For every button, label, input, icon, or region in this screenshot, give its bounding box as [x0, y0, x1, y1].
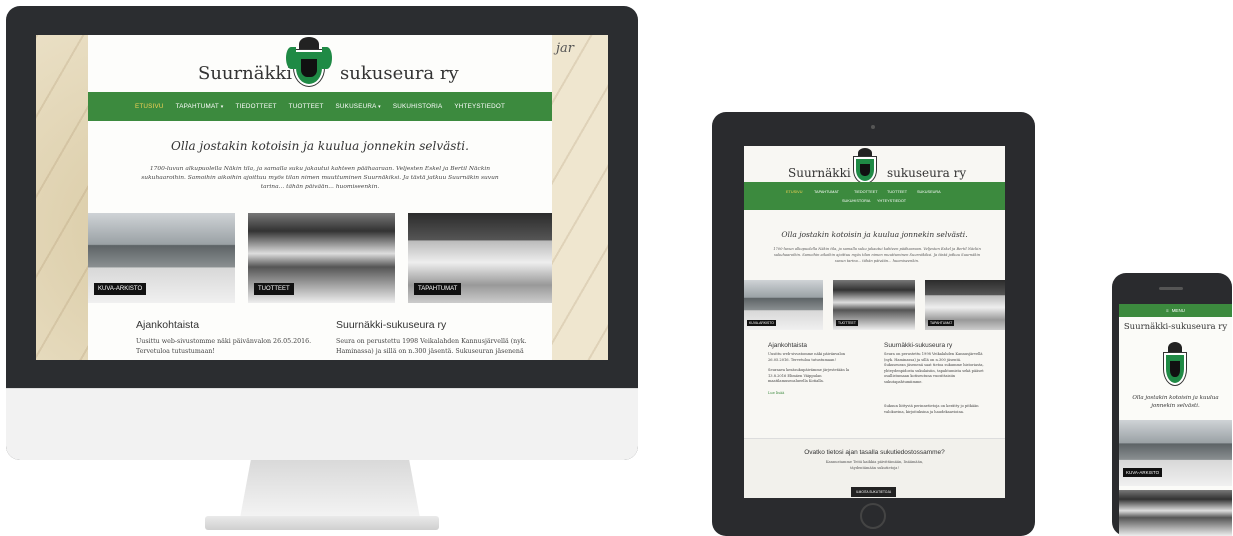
news-text-2: Seuraava kesäsukupäivämme järjestetään l… — [768, 368, 850, 383]
nav-item-sukuhistoria[interactable]: SUKUHISTORIA — [842, 199, 870, 203]
tile-tuotteet[interactable]: TUOTTEET — [248, 213, 395, 303]
cta-text: Kannustamme Teitä kaikkia päivittämään, … — [825, 460, 924, 470]
tagline: Olla jostakin kotoisin ja kuulua jonneki… — [171, 139, 469, 153]
about-title: Suurnäkki-sukuseura ry — [336, 319, 447, 331]
nav-item-tiedotteet[interactable]: TIEDOTTEET — [235, 103, 276, 110]
phone-screen: ≡ MENU Suurnäkki-sukuseura ry Olla josta… — [1119, 304, 1232, 536]
tile-label: TAPAHTUMAT — [414, 283, 462, 295]
cta-question: Ovatko tietosi ajan tasalla sukutiedosto… — [804, 449, 945, 456]
main-nav: ETUSIVU TAPAHTUMAT TIEDOTTEET TUOTTEET S… — [744, 182, 1005, 210]
nav-item-tapahtumat[interactable]: TAPAHTUMAT ▾ — [176, 103, 224, 110]
nav-item-sukuseura[interactable]: SUKUSEURA — [917, 190, 941, 194]
site-title-left[interactable]: Suurnäkki — [198, 63, 292, 84]
nav-item-etusivu[interactable]: ETUSIVU — [786, 190, 802, 194]
read-more-link[interactable]: Lue lisää — [768, 391, 784, 395]
hamburger-icon[interactable]: ≡ — [1166, 308, 1169, 313]
tablet-screen: Suurnäkki sukuseura ry ETUSIVU TAPAHTUMA… — [744, 146, 1005, 498]
tile-kuva-arkisto[interactable]: KUVA-ARKISTO — [1119, 420, 1232, 486]
nav-item-tapahtumat[interactable]: TAPAHTUMAT — [814, 190, 839, 194]
site-title-left[interactable]: Suurnäkki — [788, 166, 851, 180]
site-title-right[interactable]: sukuseura ry — [340, 63, 459, 84]
tile-label: TUOTTEET — [254, 283, 294, 295]
coat-of-arms-icon — [286, 37, 332, 87]
cta-button[interactable]: ILMOITA SUKUTIETOJA — [851, 487, 897, 497]
about-text-2: Sukuun liittyviä perinnetietoja on kerät… — [884, 404, 979, 414]
monitor-stand — [240, 460, 420, 518]
news-title: Ajankohtaista — [136, 319, 200, 331]
tile-tapahtumat[interactable]: TAPAHTUMAT — [925, 280, 1005, 330]
nav-item-etusivu[interactable]: ETUSIVU — [135, 103, 164, 110]
speaker-grille — [1159, 287, 1183, 290]
mobile-menu-bar[interactable]: ≡ MENU — [1119, 304, 1232, 317]
main-nav: ETUSIVU TAPAHTUMAT ▾ TIEDOTTEET TUOTTEET… — [88, 92, 552, 121]
tile-kuva-arkisto[interactable]: KUVA-ARKISTO — [88, 213, 235, 303]
caret-down-icon: ▾ — [220, 104, 224, 110]
tile-kuva-arkisto[interactable]: KUVA-ARKISTO — [744, 280, 823, 330]
home-button[interactable] — [860, 503, 886, 529]
intro-text: 1700-luvun alkupuolella Näkin tila, ja s… — [141, 166, 499, 190]
news-text: Uusittu web-sivustomme näki päivänvalon … — [768, 352, 846, 362]
desktop-page: Suurnäkki sukuseura ry ETUSIVU TAPAHTUMA… — [88, 35, 552, 360]
tile-label: KUVA-ARKISTO — [1123, 468, 1163, 477]
cta-section: Ovatko tietosi ajan tasalla sukutiedosto… — [744, 438, 1005, 498]
nav-item-yhteystiedot[interactable]: YHTEYSTIEDOT — [454, 103, 505, 110]
nav-item-yhteystiedot[interactable]: YHTEYSTIEDOT — [877, 199, 906, 203]
site-title-right[interactable]: sukuseura ry — [887, 166, 966, 180]
nav-item-tuotteet[interactable]: TUOTTEET — [289, 103, 324, 110]
tile-label: KUVA-ARKISTO — [747, 320, 776, 326]
tagline: Olla jostakin kotoisin ja kuulua jonneki… — [781, 230, 968, 239]
nav-item-tiedotteet[interactable]: TIEDOTTEET — [854, 190, 878, 194]
nav-item-sukuhistoria[interactable]: SUKUHISTORIA — [393, 103, 443, 110]
caret-down-icon: ▾ — [378, 104, 381, 110]
about-text: Seura on perustettu 1998 Veikalahden Kan… — [884, 352, 984, 384]
about-text: Seura on perustettu 1998 Veikalahden Kan… — [336, 338, 527, 355]
tile-tapahtumat[interactable]: TAPAHTUMAT — [408, 213, 552, 303]
desktop-screen: jar Suurnäkki sukuseura ry ETUSIVU TAPAH… — [36, 35, 608, 360]
site-title[interactable]: Suurnäkki-sukuseura ry — [1119, 322, 1232, 332]
nav-item-sukuseura[interactable]: SUKUSEURA ▾ — [336, 103, 381, 110]
tagline: Olla jostakin kotoisin ja kuulua jonneki… — [1132, 395, 1219, 409]
monitor-chin — [6, 388, 638, 460]
coat-of-arms-icon — [848, 148, 882, 184]
menu-label[interactable]: MENU — [1172, 308, 1185, 313]
tile-tuotteet[interactable]: TUOTTEET — [833, 280, 915, 330]
nav-item-tuotteet[interactable]: TUOTTEET — [887, 190, 907, 194]
monitor-stand-base — [205, 516, 439, 530]
tile-label: KUVA-ARKISTO — [94, 283, 147, 295]
site-header[interactable]: Suurnäkki sukuseura ry — [88, 35, 552, 93]
tile-tuotteet[interactable] — [1119, 490, 1232, 536]
coat-of-arms-icon — [1159, 342, 1191, 388]
map-script: jar — [556, 41, 574, 56]
camera-icon — [871, 125, 875, 129]
tile-label: TAPAHTUMAT — [928, 320, 955, 326]
news-title: Ajankohtaista — [768, 342, 808, 349]
about-title: Suurnäkki-sukuseura ry — [884, 342, 953, 349]
news-text: Uusittu web-sivustomme näki päivänvalon … — [136, 338, 312, 355]
tile-label: TUOTTEET — [836, 320, 858, 326]
intro-text: 1700-luvun alkupuolella Näkin tila, ja s… — [773, 247, 981, 263]
